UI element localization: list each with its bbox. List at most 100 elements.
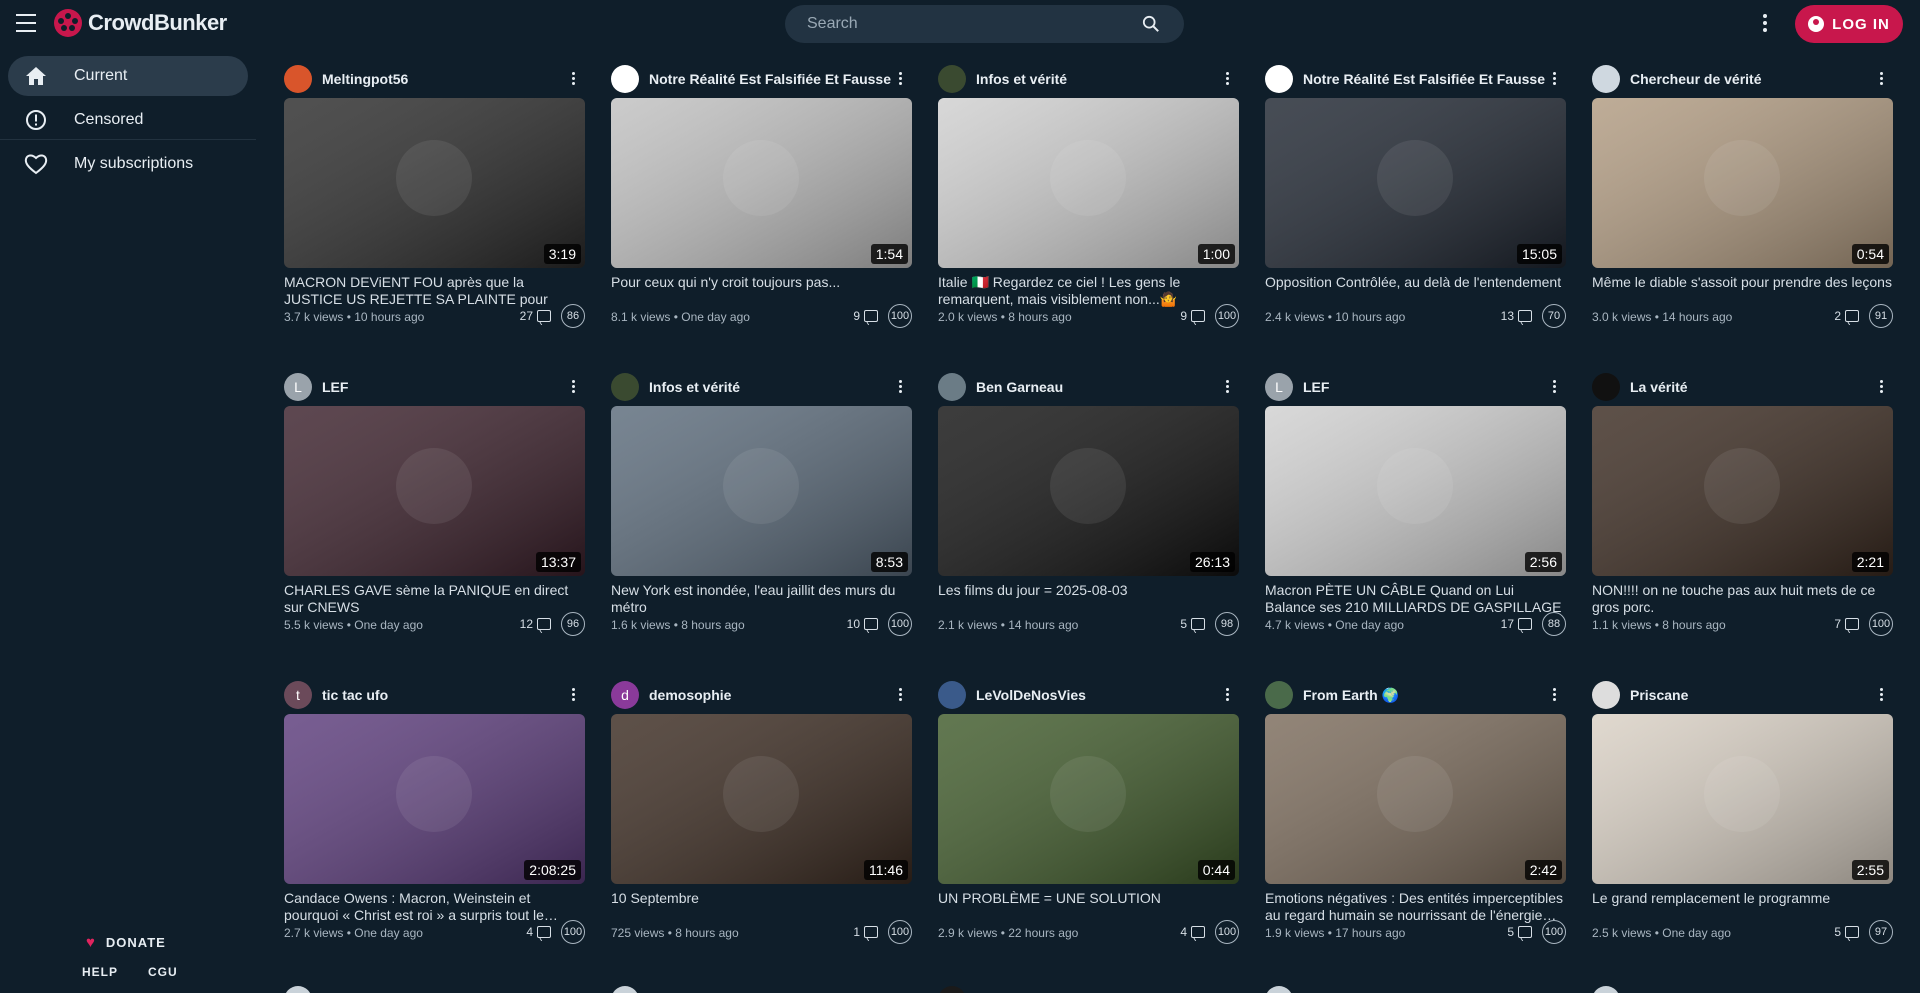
- cgu-link[interactable]: CGU: [148, 965, 178, 979]
- video-title[interactable]: Macron PÈTE UN CÂBLE Quand on Lui Balanc…: [1265, 582, 1566, 616]
- video-card[interactable]: La vérité 2:21 NON!!!! on ne touche pas …: [1592, 372, 1893, 662]
- card-more-options-icon[interactable]: [1223, 688, 1231, 702]
- video-thumbnail[interactable]: 8:53: [611, 406, 912, 576]
- avatar[interactable]: [1265, 986, 1293, 993]
- channel-name[interactable]: Chercheur de vérité: [1630, 71, 1762, 87]
- channel-name[interactable]: LEF: [1303, 379, 1329, 395]
- avatar[interactable]: [1265, 681, 1293, 709]
- avatar[interactable]: [1592, 65, 1620, 93]
- channel-name[interactable]: Meltingpot56: [322, 71, 408, 87]
- channel-name[interactable]: Ben Garneau: [976, 379, 1063, 395]
- channel-name[interactable]: tic tac ufo: [322, 687, 388, 703]
- video-thumbnail[interactable]: 2:21: [1592, 406, 1893, 576]
- card-more-options-icon[interactable]: [1223, 380, 1231, 394]
- avatar[interactable]: [1592, 986, 1620, 993]
- card-more-options-icon[interactable]: [1550, 688, 1558, 702]
- avatar[interactable]: [1592, 681, 1620, 709]
- channel-name[interactable]: Infos et vérité: [649, 379, 740, 395]
- sidebar-item-current[interactable]: Current: [8, 56, 248, 96]
- avatar[interactable]: [938, 373, 966, 401]
- video-card[interactable]: Ben Garneau 26:13 Les films du jour = 20…: [938, 372, 1239, 662]
- video-title[interactable]: Opposition Contrôlée, au delà de l'enten…: [1265, 274, 1566, 291]
- video-card[interactable]: t tic tac ufo 2:08:25 Candace Owens : Ma…: [284, 680, 585, 970]
- channel-name[interactable]: Notre Réalité Est Falsifiée Et Fausse: [649, 71, 891, 87]
- avatar[interactable]: [611, 373, 639, 401]
- video-card[interactable]: Chercheur de vérité 0:54 Même le diable …: [1592, 64, 1893, 354]
- video-thumbnail[interactable]: 26:13: [938, 406, 1239, 576]
- channel-name[interactable]: La vérité: [1630, 379, 1688, 395]
- logo[interactable]: CrowdBunker: [52, 7, 227, 39]
- video-thumbnail[interactable]: 11:46: [611, 714, 912, 884]
- search-input[interactable]: [807, 15, 1127, 33]
- login-button[interactable]: LOG IN: [1795, 5, 1903, 43]
- video-thumbnail[interactable]: 15:05: [1265, 98, 1566, 268]
- avatar[interactable]: [284, 65, 312, 93]
- video-title[interactable]: MACRON DEViENT FOU après que la JUSTICE …: [284, 274, 585, 308]
- video-title[interactable]: New York est inondée, l'eau jaillit des …: [611, 582, 912, 616]
- card-more-options-icon[interactable]: [1550, 72, 1558, 86]
- card-more-options-icon[interactable]: [896, 688, 904, 702]
- video-thumbnail[interactable]: 3:19: [284, 98, 585, 268]
- video-card[interactable]: From Earth 🌍 2:42 Emotions négatives : D…: [1265, 680, 1566, 970]
- card-more-options-icon[interactable]: [1223, 72, 1231, 86]
- video-thumbnail[interactable]: 1:00: [938, 98, 1239, 268]
- card-more-options-icon[interactable]: [1877, 380, 1885, 394]
- video-card[interactable]: Infos et vérité 8:53 New York est inondé…: [611, 372, 912, 662]
- avatar[interactable]: [1592, 373, 1620, 401]
- channel-name[interactable]: Priscane: [1630, 687, 1688, 703]
- avatar[interactable]: [938, 986, 966, 993]
- video-thumbnail[interactable]: 2:56: [1265, 406, 1566, 576]
- video-card[interactable]: Infos et vérité 1:00 Italie 🇮🇹 Regardez …: [938, 64, 1239, 354]
- video-title[interactable]: Même le diable s'assoit pour prendre des…: [1592, 274, 1893, 291]
- video-title[interactable]: 10 Septembre: [611, 890, 912, 907]
- search-bar[interactable]: [785, 5, 1184, 43]
- card-more-options-icon[interactable]: [569, 688, 577, 702]
- avatar[interactable]: L: [1265, 373, 1293, 401]
- avatar[interactable]: [938, 681, 966, 709]
- avatar[interactable]: [938, 65, 966, 93]
- video-title[interactable]: Les films du jour = 2025-08-03: [938, 582, 1239, 599]
- card-more-options-icon[interactable]: [896, 72, 904, 86]
- video-card[interactable]: Meltingpot56 3:19 MACRON DEViENT FOU apr…: [284, 64, 585, 354]
- avatar[interactable]: t: [284, 681, 312, 709]
- avatar[interactable]: [284, 986, 312, 993]
- avatar[interactable]: [611, 65, 639, 93]
- video-title[interactable]: UN PROBLÈME = UNE SOLUTION: [938, 890, 1239, 907]
- video-thumbnail[interactable]: 13:37: [284, 406, 585, 576]
- sidebar-item-censored[interactable]: Censored: [8, 100, 248, 140]
- card-more-options-icon[interactable]: [1550, 380, 1558, 394]
- video-title[interactable]: Italie 🇮🇹 Regardez ce ciel ! Les gens le…: [938, 274, 1239, 308]
- video-title[interactable]: Le grand remplacement le programme: [1592, 890, 1893, 907]
- video-thumbnail[interactable]: 2:08:25: [284, 714, 585, 884]
- video-thumbnail[interactable]: 0:54: [1592, 98, 1893, 268]
- search-icon[interactable]: [1142, 15, 1160, 33]
- video-card[interactable]: Notre Réalité Est Falsifiée Et Fausse 15…: [1265, 64, 1566, 354]
- card-more-options-icon[interactable]: [896, 380, 904, 394]
- channel-name[interactable]: Notre Réalité Est Falsifiée Et Fausse: [1303, 71, 1545, 87]
- card-more-options-icon[interactable]: [569, 72, 577, 86]
- video-card[interactable]: Priscane 2:55 Le grand remplacement le p…: [1592, 680, 1893, 970]
- more-options-icon[interactable]: [1760, 14, 1770, 34]
- video-card[interactable]: L LEF 13:37 CHARLES GAVE sème la PANIQUE…: [284, 372, 585, 662]
- video-thumbnail[interactable]: 2:55: [1592, 714, 1893, 884]
- card-more-options-icon[interactable]: [1877, 688, 1885, 702]
- avatar[interactable]: [611, 986, 639, 993]
- video-card[interactable]: d demosophie 11:46 10 Septembre 725 view…: [611, 680, 912, 970]
- video-thumbnail[interactable]: 1:54: [611, 98, 912, 268]
- channel-name[interactable]: Infos et vérité: [976, 71, 1067, 87]
- channel-name[interactable]: From Earth 🌍: [1303, 687, 1399, 704]
- channel-name[interactable]: demosophie: [649, 687, 731, 703]
- avatar[interactable]: [1265, 65, 1293, 93]
- help-link[interactable]: HELP: [82, 965, 118, 979]
- avatar[interactable]: d: [611, 681, 639, 709]
- video-title[interactable]: Emotions négatives : Des entités imperce…: [1265, 890, 1566, 924]
- card-more-options-icon[interactable]: [569, 380, 577, 394]
- video-title[interactable]: Candace Owens : Macron, Weinstein et pou…: [284, 890, 585, 924]
- video-thumbnail[interactable]: 2:42: [1265, 714, 1566, 884]
- menu-icon[interactable]: [16, 14, 38, 34]
- donate-link[interactable]: ♥ DONATE: [86, 934, 178, 951]
- avatar[interactable]: L: [284, 373, 312, 401]
- video-thumbnail[interactable]: 0:44: [938, 714, 1239, 884]
- card-more-options-icon[interactable]: [1877, 72, 1885, 86]
- video-title[interactable]: Pour ceux qui n'y croit toujours pas...: [611, 274, 912, 291]
